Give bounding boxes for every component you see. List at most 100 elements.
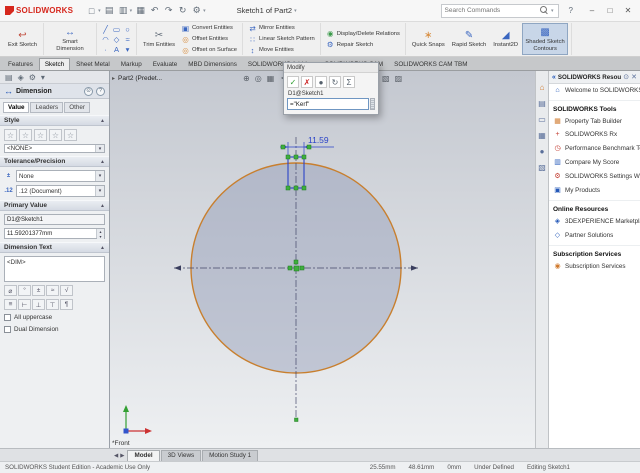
sketch-text-icon[interactable]: A	[111, 44, 122, 54]
pin-panel-icon[interactable]: ⊙	[623, 73, 629, 81]
value-thumbwheel[interactable]	[370, 98, 375, 110]
new-document-icon[interactable]: □	[85, 4, 98, 18]
justify-center-icon[interactable]: ⊢	[18, 299, 31, 310]
dimension-value-field[interactable]: 11.59201377mm	[4, 228, 105, 239]
link-performance-benchmark-test[interactable]: ◷ Performance Benchmark Test	[549, 141, 640, 155]
dimension-name-field[interactable]: D1@Sketch1	[4, 214, 105, 225]
dual-dimension-row[interactable]: Dual Dimension	[4, 325, 105, 334]
zoom-fit-icon[interactable]: ⊕	[243, 74, 250, 83]
convert-entities-button[interactable]: ▣ Convert Entities	[179, 23, 239, 33]
add-style-icon[interactable]: ☆	[19, 129, 32, 141]
configurationmanager-tab-icon[interactable]: ⚙	[29, 73, 36, 82]
sketch-rectangle-icon[interactable]: ▭	[111, 24, 122, 34]
tab-motion-study-1[interactable]: Motion Study 1	[202, 450, 259, 461]
offset-entities-button[interactable]: ◎ Offset Entities	[179, 34, 239, 44]
tolerance-section-header[interactable]: Tolerance/Precision ▲	[0, 156, 109, 167]
paragraph-icon[interactable]: ¶	[60, 299, 73, 310]
trim-entities-button[interactable]: ✂ Trim Entities	[140, 23, 178, 55]
primary-value-section-header[interactable]: Primary Value ▲	[0, 200, 109, 211]
link-3dexperience-marketplace[interactable]: ◈ 3DEXPERIENCE Marketplace	[549, 214, 640, 228]
options-dropdown-icon[interactable]: ▾	[203, 8, 206, 14]
propertymanager-tab-icon[interactable]: ◈	[18, 73, 24, 82]
tree-item-part2[interactable]: Part2 (Predet...	[118, 75, 162, 82]
align-top-icon[interactable]: ⊤	[46, 299, 59, 310]
degree-symbol-icon[interactable]: °	[18, 285, 31, 296]
tab-other[interactable]: Other	[64, 102, 90, 113]
close-icon[interactable]: ✕	[623, 6, 633, 15]
sketch-point-icon[interactable]: ·	[100, 44, 111, 54]
tolerance-type-dropdown[interactable]: None	[16, 170, 105, 182]
search-commands-box[interactable]: ▾	[440, 3, 559, 18]
tab-sheet-metal[interactable]: Sheet Metal	[71, 59, 115, 70]
undo-icon[interactable]: ↶	[148, 4, 161, 18]
search-commands-input[interactable]	[444, 7, 538, 14]
open-document-icon[interactable]: ▤	[103, 4, 116, 18]
link-property-tab-builder[interactable]: ▦ Property Tab Builder	[549, 114, 640, 128]
instant2d-button[interactable]: ◢ Instant2D	[490, 23, 521, 55]
dimension-value-text[interactable]: 11.59	[308, 135, 329, 145]
all-uppercase-row[interactable]: All uppercase	[4, 313, 105, 322]
featuremanager-tab-icon[interactable]: ▤	[5, 73, 13, 82]
sketch-polygon-icon[interactable]: ◇	[111, 34, 122, 44]
tab-sketch[interactable]: Sketch	[38, 58, 71, 70]
align-bottom-icon[interactable]: ⊥	[32, 299, 45, 310]
search-icon[interactable]	[540, 6, 549, 15]
save-dropdown-icon[interactable]: ▾	[130, 8, 133, 14]
cancel-icon[interactable]: ✗	[301, 76, 313, 88]
tree-expand-icon[interactable]: ▸	[112, 75, 115, 82]
tab-scroll-left-icon[interactable]: ◀	[114, 453, 118, 459]
rebuild-icon[interactable]: ↻	[176, 4, 189, 18]
design-library-tab-icon[interactable]: ▤	[538, 99, 546, 108]
modify-value-input[interactable]: ="Kerf"	[287, 98, 369, 110]
linear-sketch-pattern-button[interactable]: ∷ Linear Sketch Pattern	[246, 34, 317, 44]
tab-features[interactable]: Features	[3, 59, 38, 70]
tab-value[interactable]: Value	[3, 102, 30, 113]
offset-on-surface-button[interactable]: ◎ Offset on Surface	[179, 45, 239, 55]
file-explorer-tab-icon[interactable]: ▭	[538, 115, 546, 124]
view-settings-icon[interactable]: ▨	[395, 74, 403, 83]
view-palette-tab-icon[interactable]: ▦	[538, 131, 546, 140]
dual-dimension-checkbox[interactable]	[4, 326, 11, 333]
diameter-symbol-icon[interactable]: ⌀	[4, 285, 17, 296]
style-dropdown-arrow-icon[interactable]	[95, 145, 104, 152]
new-dropdown-icon[interactable]: ▾	[98, 8, 101, 14]
link-compare-my-score[interactable]: ▥ Compare My Score	[549, 155, 640, 169]
zoom-area-icon[interactable]: ◎	[255, 74, 262, 83]
custom-properties-tab-icon[interactable]: ▧	[538, 163, 546, 172]
precision-dropdown[interactable]: .12 (Document)	[16, 185, 105, 197]
plus-minus-symbol-icon[interactable]: ±	[32, 285, 45, 296]
pin-icon[interactable]: ⊙	[84, 86, 93, 96]
root-symbol-icon[interactable]: √	[60, 285, 73, 296]
reset-spin-increment-icon[interactable]: ↻	[329, 76, 341, 88]
apply-default-style-icon[interactable]: ☆	[4, 129, 17, 141]
smart-dimension-button[interactable]: ↔ Smart Dimension	[47, 23, 93, 55]
sketch-line-icon[interactable]: ╱	[100, 24, 111, 34]
equation-icon[interactable]: Σ	[343, 76, 355, 88]
sketch-arc-icon[interactable]: ◠	[100, 34, 111, 44]
display-delete-relations-button[interactable]: ◉ Display/Delete Relations	[324, 29, 402, 39]
collapse-panel-icon[interactable]: «	[552, 74, 556, 81]
close-panel-icon[interactable]: ✕	[631, 73, 637, 81]
pm-help-icon[interactable]: ?	[96, 86, 105, 96]
mirror-entities-button[interactable]: ⇄ Mirror Entities	[246, 23, 317, 33]
welcome-link[interactable]: ⌂ Welcome to SOLIDWORKS	[549, 84, 640, 97]
sketch-circle-icon[interactable]: ○	[122, 24, 133, 34]
save-icon[interactable]: ▥	[117, 4, 130, 18]
exit-sketch-button[interactable]: ↩ Exit Sketch	[5, 23, 40, 55]
tab-leaders[interactable]: Leaders	[30, 102, 64, 113]
link-partner-solutions[interactable]: ◇ Partner Solutions	[549, 228, 640, 242]
link-subscription-services[interactable]: ◉ Subscription Services	[549, 259, 640, 273]
resources-tab-icon[interactable]: ⌂	[540, 83, 545, 92]
maximize-icon[interactable]: □	[605, 6, 615, 15]
link-solidworks-rx[interactable]: + SOLIDWORKS Rx	[549, 128, 640, 141]
rapid-sketch-button[interactable]: ✎ Rapid Sketch	[449, 23, 489, 55]
search-dropdown-icon[interactable]: ▾	[551, 8, 554, 14]
help-icon[interactable]: ?	[569, 6, 573, 15]
print-icon[interactable]: ▦	[134, 4, 147, 18]
link-my-products[interactable]: ▣ My Products	[549, 183, 640, 197]
tab-evaluate[interactable]: Evaluate	[148, 59, 183, 70]
minimize-icon[interactable]: –	[587, 6, 597, 15]
sketch-canvas[interactable]: 11.59	[110, 71, 535, 448]
view-orientation-icon[interactable]: ▦	[267, 74, 275, 83]
tab-solidworks-cam-tbm[interactable]: SOLIDWORKS CAM TBM	[389, 59, 472, 70]
